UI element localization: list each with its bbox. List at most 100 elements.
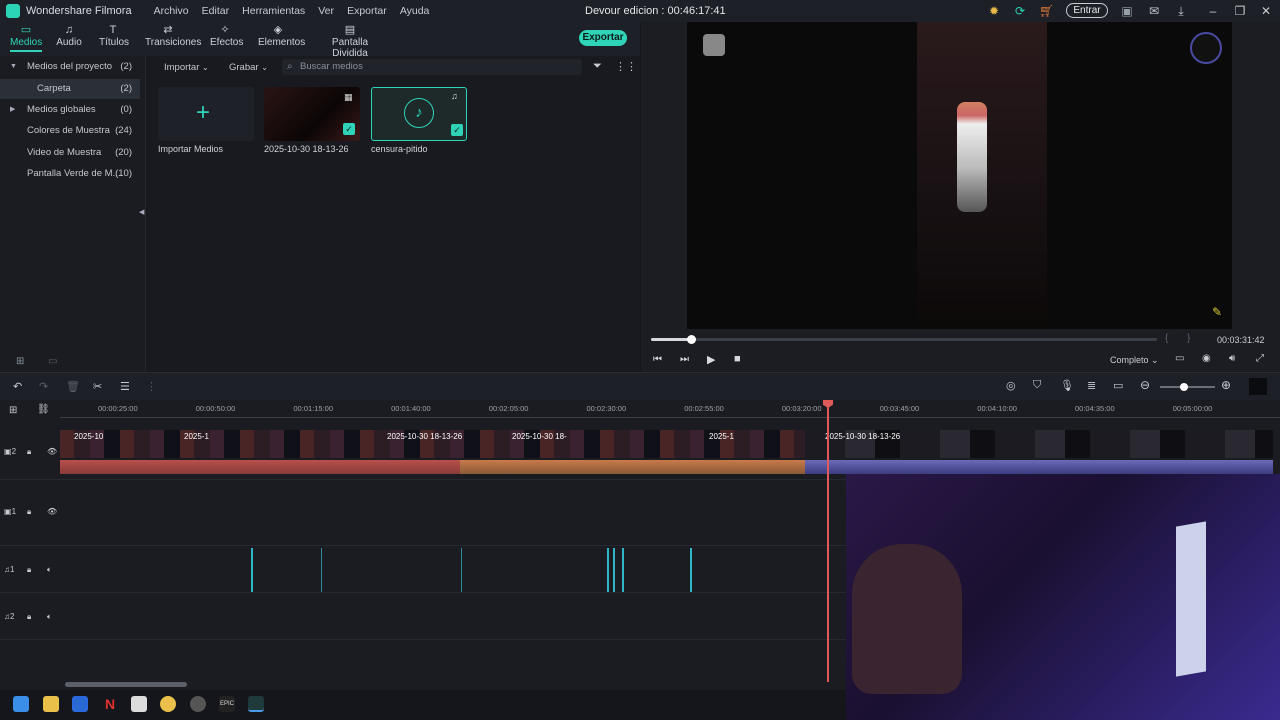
search-input[interactable]: Buscar medios: [282, 59, 582, 75]
speaker-icon[interactable]: 🔈︎: [47, 612, 52, 622]
play-icon[interactable]: ▶: [707, 353, 715, 366]
beep-clip[interactable]: [321, 548, 322, 592]
tab-titulos[interactable]: T Títulos: [99, 24, 129, 48]
display-icon[interactable]: ▭: [1175, 353, 1184, 364]
save-icon[interactable]: ▣: [1120, 4, 1134, 18]
snapshot-icon[interactable]: ◉: [1202, 353, 1211, 364]
app-icon[interactable]: [131, 696, 147, 712]
marker-icon[interactable]: ⛉: [1033, 379, 1041, 392]
collapse-sidebar-icon[interactable]: ◀: [139, 208, 144, 216]
sync-icon[interactable]: ⟳: [1013, 4, 1027, 18]
filmora-taskbar-icon[interactable]: [248, 696, 264, 712]
windows-start-icon[interactable]: [13, 696, 29, 712]
folder-icon[interactable]: ▭: [48, 356, 57, 367]
import-media-tile[interactable]: +: [158, 87, 254, 141]
sidebar-item-medios-proyecto[interactable]: ▼ Medios del proyecto (2): [0, 57, 140, 77]
mark-out-icon[interactable]: }: [1187, 333, 1190, 344]
store-icon[interactable]: [72, 696, 88, 712]
preview-scrubber[interactable]: [651, 335, 1157, 344]
new-folder-icon[interactable]: ⊞: [16, 356, 24, 367]
mail-icon[interactable]: ✉: [1147, 4, 1161, 18]
zoom-slider[interactable]: [1160, 383, 1215, 391]
sidebar-item-pantalla-verde[interactable]: Pantalla Verde de M... (10): [0, 164, 140, 184]
eye-icon[interactable]: 👁︎: [47, 447, 57, 456]
grid-view-icon[interactable]: ⋮⋮: [615, 60, 637, 73]
export-button[interactable]: Exportar: [579, 30, 627, 46]
media-item-video[interactable]: ▦ ✓: [264, 87, 360, 141]
adjust-icon[interactable]: ☰: [120, 380, 130, 393]
netflix-icon[interactable]: N: [102, 696, 118, 712]
zoom-out-icon[interactable]: ⊖: [1140, 378, 1150, 392]
beep-clip[interactable]: [607, 548, 609, 592]
close-button[interactable]: ✕: [1257, 3, 1275, 19]
eye-icon[interactable]: 👁︎: [47, 507, 57, 516]
maximize-button[interactable]: ❐: [1231, 3, 1249, 19]
zoom-in-icon[interactable]: ⊕: [1221, 378, 1231, 392]
microphone-icon[interactable]: 🎙︎: [1060, 379, 1074, 392]
tab-pantalla-dividida[interactable]: ▤ Pantalla Dividida: [320, 24, 380, 59]
lock-icon[interactable]: 🔒︎: [27, 612, 31, 622]
redo-icon[interactable]: ↷: [39, 380, 48, 393]
menu-ayuda[interactable]: Ayuda: [400, 5, 430, 17]
tab-medios[interactable]: ▭ Medios: [10, 24, 42, 52]
delete-icon[interactable]: 🗑︎: [66, 380, 80, 393]
horizontal-scrollbar[interactable]: [65, 682, 187, 687]
render-icon[interactable]: ◎: [1006, 379, 1016, 392]
cart-icon[interactable]: 🛒︎: [1039, 4, 1054, 18]
sidebar-item-colores[interactable]: Colores de Muestra (24): [0, 121, 140, 141]
beep-clip[interactable]: [690, 548, 692, 592]
beep-clip[interactable]: [613, 548, 615, 592]
step-back-icon[interactable]: ⏮: [653, 354, 662, 365]
menu-editar[interactable]: Editar: [202, 5, 229, 17]
playhead[interactable]: [827, 400, 829, 682]
login-button[interactable]: Entrar: [1066, 3, 1108, 18]
link-icon[interactable]: ⛓: [37, 404, 50, 415]
menu-archivo[interactable]: Archivo: [154, 5, 189, 17]
epic-games-icon[interactable]: EPIC: [219, 696, 235, 712]
add-track-icon[interactable]: ⊞: [9, 405, 17, 416]
sun-icon[interactable]: ✹: [987, 4, 1001, 18]
track-header: ▣2 🔒︎ 👁︎: [0, 424, 60, 479]
speaker-icon[interactable]: 🔈︎: [47, 565, 52, 575]
lock-icon[interactable]: 🔒︎: [27, 565, 31, 575]
media-item-audio[interactable]: ♪ ♫ ✓: [371, 87, 467, 141]
stop-icon[interactable]: ■: [734, 353, 741, 365]
audio-wave-icon[interactable]: ⋮: [146, 380, 157, 393]
steam-icon[interactable]: [190, 696, 206, 712]
tab-audio[interactable]: ♫ Audio: [56, 24, 82, 48]
step-forward-icon[interactable]: ⏭: [680, 354, 689, 365]
scissors-icon[interactable]: ✂: [93, 380, 102, 393]
beep-clip[interactable]: [251, 548, 253, 592]
download-icon[interactable]: ⤓: [1174, 4, 1188, 18]
sidebar-item-carpeta[interactable]: Carpeta (2): [0, 79, 140, 99]
storyboard-icon[interactable]: ▭: [1113, 379, 1123, 392]
file-explorer-icon[interactable]: [43, 696, 59, 712]
tab-elementos[interactable]: ◈ Elementos: [258, 24, 305, 48]
import-dropdown[interactable]: Importar ⌄: [164, 62, 209, 73]
timeline-menu-icon[interactable]: [1249, 378, 1267, 395]
tab-efectos[interactable]: ✧ Efectos: [210, 24, 243, 48]
chrome-icon[interactable]: [160, 696, 176, 712]
sidebar-item-video-muestra[interactable]: Video de Muestra (20): [0, 143, 140, 163]
menu-ver[interactable]: Ver: [318, 5, 334, 17]
minimize-button[interactable]: –: [1204, 3, 1222, 19]
volume-icon[interactable]: 🔊︎: [1229, 353, 1235, 364]
menu-exportar[interactable]: Exportar: [347, 5, 387, 17]
quality-dropdown[interactable]: Completo ⌄: [1110, 355, 1159, 366]
mixer-icon[interactable]: ≣: [1087, 379, 1096, 392]
sidebar-item-medios-globales[interactable]: ▶ Medios globales (0): [0, 100, 140, 120]
undo-icon[interactable]: ↶: [13, 380, 22, 393]
zoom-slider-handle[interactable]: [1180, 383, 1188, 391]
beep-clip[interactable]: [461, 548, 462, 592]
filter-icon[interactable]: ⏷: [593, 60, 602, 73]
beep-clip[interactable]: [622, 548, 624, 592]
menu-herramientas[interactable]: Herramientas: [242, 5, 305, 17]
lock-icon[interactable]: 🔒︎: [27, 507, 31, 517]
record-dropdown[interactable]: Grabar ⌄: [229, 62, 268, 73]
tab-transiciones[interactable]: ⇄ Transiciones: [145, 24, 201, 48]
timeline-ruler[interactable]: ⊞ ⛓ 00:00:25:00 00:00:50:00 00:01:15:00 00:…: [0, 400, 1280, 424]
mark-in-icon[interactable]: {: [1165, 333, 1168, 344]
track-header: ▣1 🔒︎ 👁︎: [0, 480, 60, 545]
lock-icon[interactable]: 🔒︎: [27, 447, 31, 457]
fullscreen-icon[interactable]: ⤢: [1256, 353, 1264, 364]
